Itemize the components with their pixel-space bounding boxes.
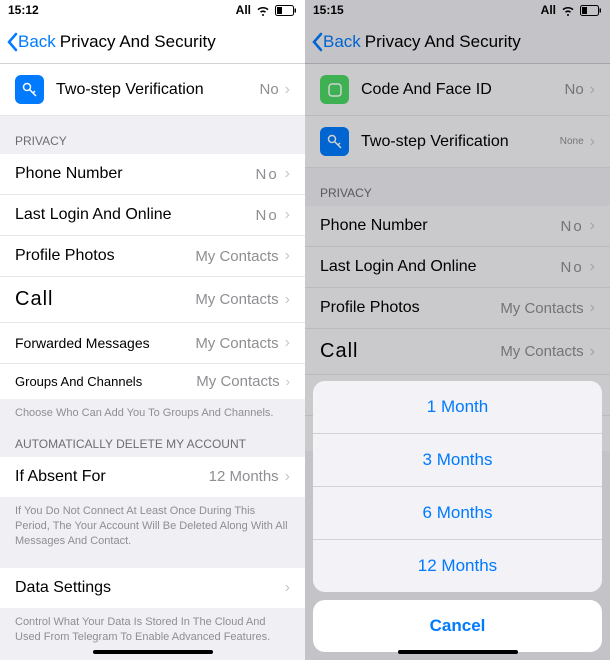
row-absent-for[interactable]: If Absent For 12 Months ›	[0, 457, 305, 497]
footer-data: Control What Your Data Is Stored In The …	[0, 608, 305, 655]
section-auto-delete: AUTOMATICALLY DELETE MY ACCOUNT	[0, 431, 305, 457]
row-phone-number[interactable]: Phone Number No ›	[0, 154, 305, 195]
status-time: 15:12	[8, 3, 39, 17]
battery-icon	[275, 5, 297, 16]
row-last-login[interactable]: Last Login And Online No ›	[0, 195, 305, 236]
home-indicator	[93, 650, 213, 654]
chevron-right-icon: ›	[285, 468, 290, 486]
chevron-right-icon: ›	[285, 334, 290, 352]
row-profile-photos[interactable]: Profile Photos My Contacts ›	[0, 236, 305, 277]
row-groups[interactable]: Groups And Channels My Contacts ›	[0, 364, 305, 399]
nav-title: Privacy And Security	[60, 32, 216, 52]
row-data-settings[interactable]: Data Settings ›	[0, 568, 305, 608]
row-two-step[interactable]: Two-step Verification No ›	[0, 64, 305, 116]
status-bar: 15:12 All	[0, 0, 305, 20]
chevron-right-icon: ›	[285, 291, 290, 309]
footer-absent: If You Do Not Connect At Least Once Duri…	[0, 497, 305, 559]
footer-groups: Choose Who Can Add You To Groups And Cha…	[0, 399, 305, 431]
row-call[interactable]: Call My Contacts ›	[0, 277, 305, 323]
chevron-right-icon: ›	[286, 374, 290, 389]
nav-bar: Back Privacy And Security	[0, 20, 305, 64]
section-privacy: PRIVACY	[0, 116, 305, 154]
chevron-right-icon: ›	[285, 206, 290, 224]
status-right: All	[236, 3, 297, 17]
option-3-months[interactable]: 3 Months	[313, 434, 602, 487]
chevron-right-icon: ›	[285, 579, 290, 597]
option-1-month[interactable]: 1 Month	[313, 381, 602, 434]
option-6-months[interactable]: 6 Months	[313, 487, 602, 540]
sheet-options: 1 Month 3 Months 6 Months 12 Months	[313, 381, 602, 592]
back-button[interactable]: Back	[6, 32, 56, 52]
wifi-icon	[255, 4, 271, 16]
right-screenshot: 15:15 All Back Privacy And Security Code…	[305, 0, 610, 660]
row-label: Two-step Verification	[56, 81, 259, 99]
cancel-button[interactable]: Cancel	[313, 600, 602, 652]
row-forwarded[interactable]: Forwarded Messages My Contacts ›	[0, 323, 305, 364]
chevron-right-icon: ›	[285, 247, 290, 265]
action-sheet: 1 Month 3 Months 6 Months 12 Months Canc…	[313, 381, 602, 652]
left-screenshot: 15:12 All Back Privacy And Security Two-…	[0, 0, 305, 660]
chevron-right-icon: ›	[285, 165, 290, 183]
option-12-months[interactable]: 12 Months	[313, 540, 602, 592]
chevron-left-icon	[6, 32, 18, 52]
chevron-right-icon: ›	[285, 81, 290, 99]
key-icon	[15, 75, 44, 104]
home-indicator	[398, 650, 518, 654]
